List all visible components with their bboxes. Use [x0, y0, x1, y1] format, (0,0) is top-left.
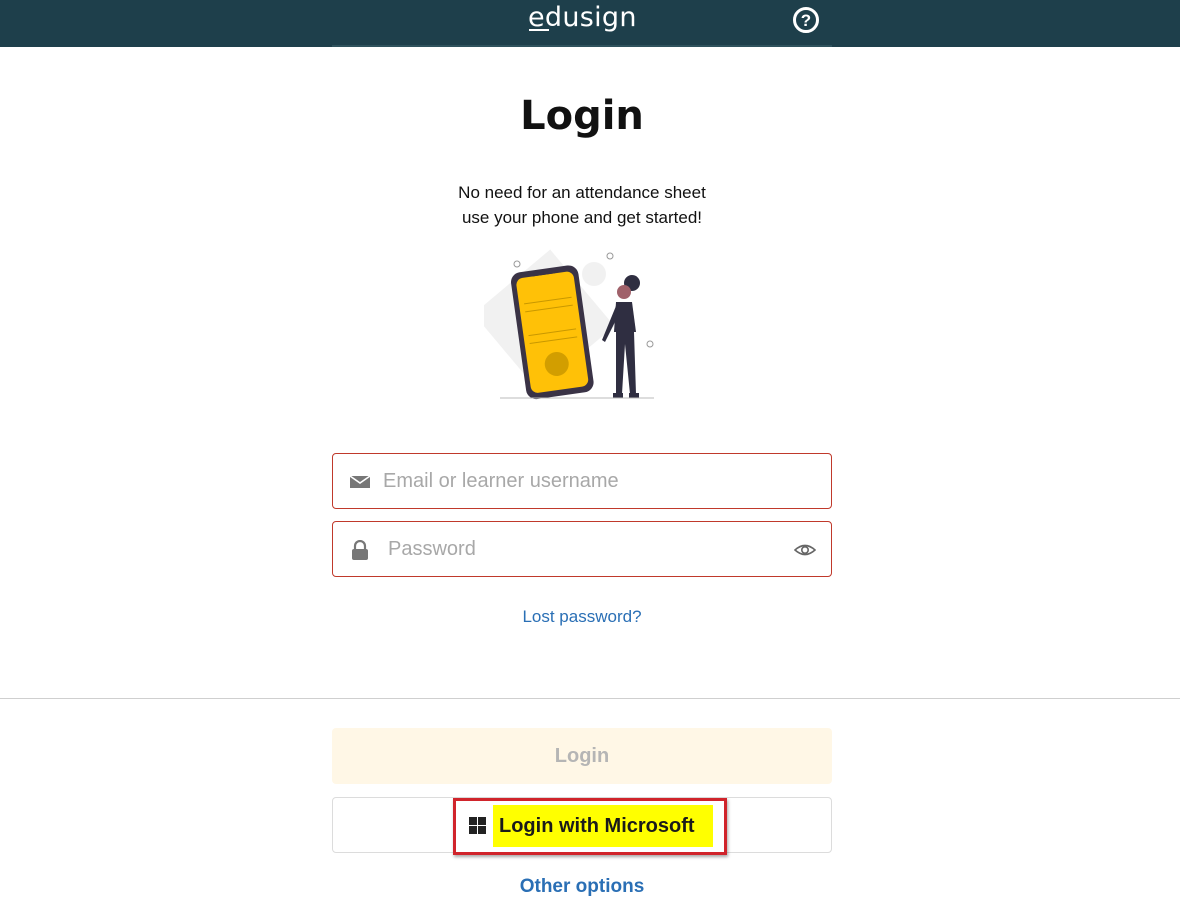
- logo-underline: [529, 29, 549, 31]
- windows-icon: [469, 817, 486, 834]
- page-title: Login: [520, 93, 644, 139]
- envelope-icon: [349, 475, 371, 488]
- microsoft-button-label: Login with Microsoft: [499, 814, 695, 837]
- lock-icon: [352, 540, 368, 560]
- password-input[interactable]: [388, 530, 788, 568]
- email-field[interactable]: [332, 453, 832, 509]
- login-with-microsoft-button[interactable]: Login with Microsoft: [332, 797, 832, 855]
- phone-illustration: [484, 249, 654, 400]
- subtitle-line-2: use your phone and get started!: [461, 208, 703, 227]
- email-input[interactable]: [383, 462, 783, 500]
- microsoft-label-highlight: Login with Microsoft: [493, 805, 713, 847]
- header-divider: [332, 45, 832, 47]
- question-circle-icon: ?: [800, 10, 812, 30]
- lost-password-link[interactable]: Lost password?: [0, 607, 1164, 627]
- eye-icon[interactable]: [794, 540, 816, 560]
- page-subtitle: No need for an attendance sheet use your…: [0, 180, 1164, 230]
- top-bar: edusign ?: [0, 0, 1180, 47]
- other-options-link[interactable]: Other options: [0, 876, 1164, 898]
- login-button[interactable]: Login: [332, 728, 832, 784]
- help-button[interactable]: ?: [793, 7, 819, 33]
- subtitle-line-1: No need for an attendance sheet: [458, 183, 706, 202]
- password-field[interactable]: [332, 521, 832, 577]
- section-divider: [0, 698, 1180, 699]
